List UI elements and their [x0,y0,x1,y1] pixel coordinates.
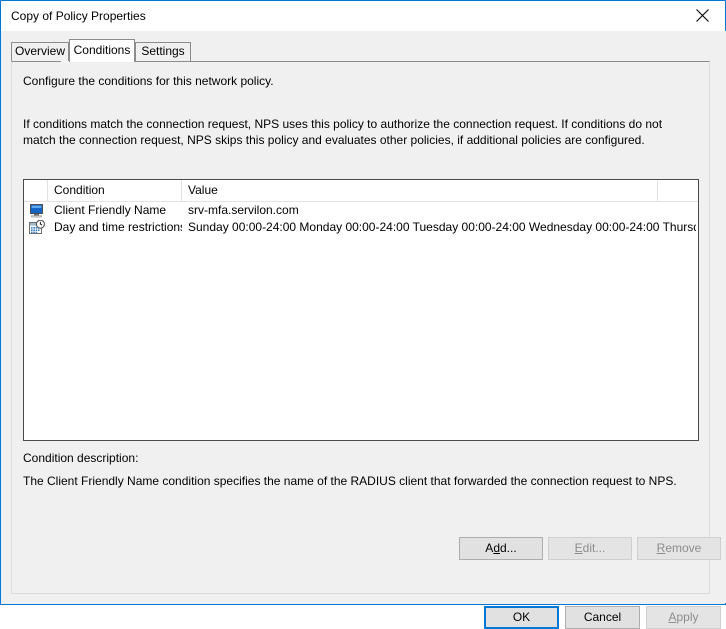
dialog-window: Copy of Policy Properties Overview Condi… [0,0,726,629]
remove-button[interactable]: Remove [637,537,721,560]
column-header-blank[interactable] [658,180,698,201]
conditions-listview[interactable]: Condition Value Client Friendly Name srv… [23,179,699,441]
cell-condition: Client Friendly Name [54,203,167,217]
cancel-button[interactable]: Cancel [565,606,640,629]
tab-conditions[interactable]: Conditions [69,39,135,62]
table-row[interactable]: Day and time restrictions Sunday 00:00-2… [24,219,698,236]
tab-settings[interactable]: Settings [135,42,191,61]
lead-instruction: Configure the conditions for this networ… [23,74,274,88]
calendar-clock-icon [29,219,45,236]
condition-description-text: The Client Friendly Name condition speci… [23,474,677,488]
column-header-value[interactable]: Value [182,180,658,201]
listview-header: Condition Value [24,180,698,202]
description-paragraph: If conditions match the connection reque… [23,117,663,147]
column-header-icon[interactable] [24,180,48,201]
apply-button[interactable]: Apply [646,606,721,629]
cell-value: srv-mfa.servilon.com [188,203,299,217]
table-row[interactable]: Client Friendly Name srv-mfa.servilon.co… [24,202,698,219]
cell-condition: Day and time restrictions [54,220,182,234]
title-bar: Copy of Policy Properties [1,1,725,31]
close-icon[interactable] [679,1,725,30]
computer-monitor-icon [29,203,45,219]
client-area: Overview Conditions Settings Configure t… [2,31,726,629]
cell-value: Sunday 00:00-24:00 Monday 00:00-24:00 Tu… [188,220,696,234]
ok-button[interactable]: OK [484,606,559,629]
tab-overview[interactable]: Overview [11,42,69,61]
window-title: Copy of Policy Properties [11,9,146,23]
condition-description-label: Condition description: [23,451,139,465]
add-button[interactable]: Add... [459,537,543,560]
edit-button[interactable]: Edit... [548,537,632,560]
tab-panel-conditions: Configure the conditions for this networ… [11,61,721,594]
column-header-condition[interactable]: Condition [48,180,182,201]
